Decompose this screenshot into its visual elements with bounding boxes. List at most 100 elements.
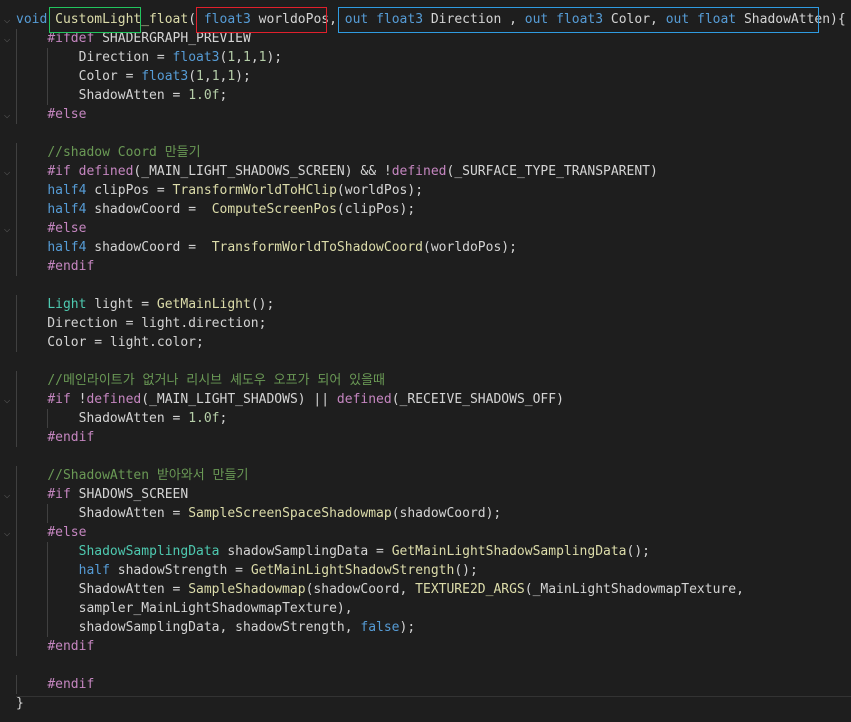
fold-chevron-icon	[0, 333, 14, 352]
code-text: ShadowAtten = SampleShadowmap(shadowCoor…	[16, 582, 744, 597]
fold-chevron-icon[interactable]: ⌵	[0, 162, 14, 181]
code-text: Direction = float3(1,1,1);	[16, 50, 283, 65]
code-line[interactable]: ShadowAtten = 1.0f;	[0, 86, 851, 105]
fold-chevron-icon	[0, 675, 14, 694]
code-line[interactable]	[0, 276, 851, 295]
code-text: ShadowSamplingData shadowSamplingData = …	[78, 544, 650, 559]
fold-chevron-icon[interactable]: ⌵	[0, 485, 14, 504]
code-line[interactable]: ShadowAtten = 1.0f;	[0, 409, 851, 428]
code-text: #if !defined(_MAIN_LIGHT_SHADOWS) || def…	[47, 392, 564, 407]
fold-chevron-icon	[0, 504, 14, 523]
fold-chevron-icon[interactable]: ⌵	[0, 390, 14, 409]
code-text: #else	[47, 221, 87, 236]
fold-chevron-icon	[0, 48, 14, 67]
code-text: shadowSamplingData, shadowStrength, fals…	[16, 620, 416, 635]
fold-chevron-icon[interactable]: ⌵	[0, 105, 14, 124]
fold-chevron-icon	[0, 618, 14, 637]
code-line[interactable]: sampler_MainLightShadowmapTexture),	[0, 599, 851, 618]
fold-chevron-icon	[0, 637, 14, 656]
code-line[interactable]: ⌵ #if !defined(_MAIN_LIGHT_SHADOWS) || d…	[0, 390, 851, 409]
fold-chevron-icon	[0, 200, 14, 219]
code-line[interactable]	[0, 447, 851, 466]
fold-chevron-icon	[0, 314, 14, 333]
code-line[interactable]: Direction = light.direction;	[0, 314, 851, 333]
code-line[interactable]: Light light = GetMainLight();	[0, 295, 851, 314]
code-text: #endif	[47, 430, 95, 445]
code-text: Color = light.color;	[16, 335, 204, 350]
code-line[interactable]: ShadowSamplingData shadowSamplingData = …	[0, 542, 851, 561]
fold-chevron-icon	[0, 694, 14, 713]
fold-chevron-icon	[0, 447, 14, 466]
code-line[interactable]: #endif	[0, 637, 851, 656]
fold-chevron-icon	[0, 238, 14, 257]
code-line[interactable]	[0, 124, 851, 143]
parameter-highlight	[196, 7, 327, 33]
fold-chevron-icon[interactable]: ⌵	[0, 10, 14, 29]
code-text: sampler_MainLightShadowmapTexture),	[16, 601, 353, 616]
fold-chevron-icon	[0, 276, 14, 295]
code-line[interactable]: half shadowStrength = GetMainLightShadow…	[0, 561, 851, 580]
code-text: ShadowAtten = 1.0f;	[16, 411, 228, 426]
code-line[interactable]: #endif	[0, 428, 851, 447]
code-line[interactable]: ShadowAtten = SampleScreenSpaceShadowmap…	[0, 504, 851, 523]
code-line[interactable]: half4 shadowCoord = ComputeScreenPos(cli…	[0, 200, 851, 219]
code-text: #endif	[47, 259, 95, 274]
fold-chevron-icon[interactable]: ⌵	[0, 219, 14, 238]
fold-chevron-icon	[0, 352, 14, 371]
code-text: //shadow Coord 만들기	[47, 145, 201, 160]
code-line[interactable]	[0, 656, 851, 675]
fold-chevron-icon	[0, 542, 14, 561]
code-line[interactable]: Direction = float3(1,1,1);	[0, 48, 851, 67]
code-text: half4 shadowCoord = TransformWorldToShad…	[47, 240, 517, 255]
out-parameters-highlight	[338, 7, 819, 33]
code-line[interactable]: ⌵ #else	[0, 219, 851, 238]
code-line[interactable]: half4 shadowCoord = TransformWorldToShad…	[0, 238, 851, 257]
fold-chevron-icon	[0, 371, 14, 390]
code-text: //ShadowAtten 받아와서 만들기	[47, 468, 249, 483]
code-line[interactable]: //shadow Coord 만들기	[0, 143, 851, 162]
code-text: #if SHADOWS_SCREEN	[47, 487, 189, 502]
code-line[interactable]: half4 clipPos = TransformWorldToHClip(wo…	[0, 181, 851, 200]
code-text: #else	[47, 525, 87, 540]
code-text: #endif	[47, 639, 95, 654]
code-line[interactable]: ⌵ #else	[0, 523, 851, 542]
code-text: half4 shadowCoord = ComputeScreenPos(cli…	[47, 202, 416, 217]
fold-chevron-icon[interactable]: ⌵	[0, 29, 14, 48]
code-line[interactable]: //메인라이트가 없거나 리시브 셰도우 오프가 되어 있을때	[0, 371, 851, 390]
code-text: //메인라이트가 없거나 리시브 셰도우 오프가 되어 있을때	[47, 373, 386, 388]
fold-chevron-icon	[0, 143, 14, 162]
fold-chevron-icon	[0, 124, 14, 143]
code-text: ShadowAtten = SampleScreenSpaceShadowmap…	[16, 506, 502, 521]
editor-end-rule	[16, 696, 851, 697]
code-line[interactable]: #endif	[0, 257, 851, 276]
fold-chevron-icon	[0, 409, 14, 428]
code-line[interactable]: ShadowAtten = SampleShadowmap(shadowCoor…	[0, 580, 851, 599]
code-text: #if defined(_MAIN_LIGHT_SHADOWS_SCREEN) …	[47, 164, 658, 179]
fold-chevron-icon	[0, 257, 14, 276]
code-editor[interactable]: ⌵ void CustomLight_float( float3 worldoPo…	[0, 0, 851, 722]
code-line[interactable]: ⌵ #else	[0, 105, 851, 124]
code-text: half4 clipPos = TransformWorldToHClip(wo…	[47, 183, 424, 198]
code-line[interactable]: shadowSamplingData, shadowStrength, fals…	[0, 618, 851, 637]
fold-chevron-icon[interactable]: ⌵	[0, 523, 14, 542]
code-text: #else	[47, 107, 87, 122]
fold-chevron-icon	[0, 181, 14, 200]
fold-chevron-icon	[0, 466, 14, 485]
fold-chevron-icon	[0, 67, 14, 86]
code-line[interactable]: Color = float3(1,1,1);	[0, 67, 851, 86]
code-line[interactable]	[0, 352, 851, 371]
code-line[interactable]: //ShadowAtten 받아와서 만들기	[0, 466, 851, 485]
code-text: Light light = GetMainLight();	[47, 297, 275, 312]
code-line[interactable]: ⌵ #if SHADOWS_SCREEN	[0, 485, 851, 504]
code-text: ShadowAtten = 1.0f;	[16, 88, 228, 103]
code-text: Color = float3(1,1,1);	[16, 69, 251, 84]
code-line[interactable]: Color = light.color;	[0, 333, 851, 352]
fold-chevron-icon	[0, 580, 14, 599]
fold-chevron-icon	[0, 561, 14, 580]
code-line[interactable]: ⌵ #if defined(_MAIN_LIGHT_SHADOWS_SCREEN…	[0, 162, 851, 181]
fold-chevron-icon	[0, 295, 14, 314]
fold-chevron-icon	[0, 86, 14, 105]
code-line[interactable]: #endif	[0, 675, 851, 694]
fold-chevron-icon	[0, 428, 14, 447]
fold-chevron-icon	[0, 656, 14, 675]
